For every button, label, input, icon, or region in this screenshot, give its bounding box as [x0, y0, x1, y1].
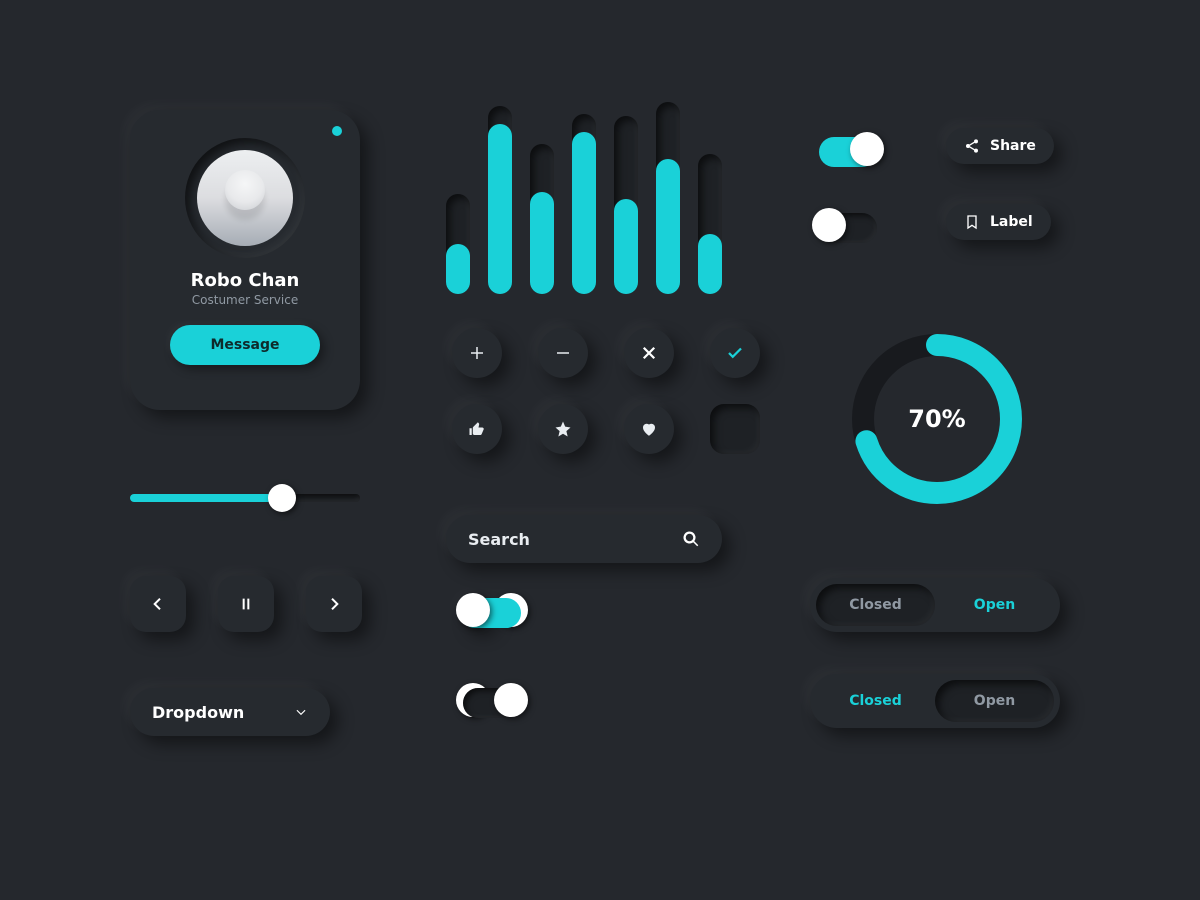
- heart-button[interactable]: [624, 404, 674, 454]
- equalizer-chart: [446, 94, 722, 294]
- check-icon: [726, 344, 744, 362]
- segment-closed[interactable]: Closed: [816, 680, 935, 722]
- share-button[interactable]: Share: [946, 128, 1054, 164]
- empty-square-button[interactable]: [710, 404, 760, 454]
- next-button[interactable]: [306, 576, 362, 632]
- segment-closed[interactable]: Closed: [816, 584, 935, 626]
- prev-button[interactable]: [130, 576, 186, 632]
- slider-thumb[interactable]: [268, 484, 296, 512]
- status-indicator: [332, 126, 342, 136]
- chevron-down-icon: [294, 705, 308, 719]
- eq-bar: [488, 106, 512, 294]
- segment-open[interactable]: Open: [935, 584, 1054, 626]
- avatar-ring: [185, 138, 305, 258]
- radial-progress: 70%: [848, 330, 1026, 508]
- close-icon: [640, 344, 658, 362]
- minus-icon: [554, 344, 572, 362]
- profile-role: Costumer Service: [148, 293, 342, 307]
- progress-value: 70%: [848, 330, 1026, 508]
- eq-bar: [698, 154, 722, 294]
- heart-icon: [640, 420, 658, 438]
- star-icon: [554, 420, 572, 438]
- avatar: [197, 150, 293, 246]
- check-button[interactable]: [710, 328, 760, 378]
- toggle-off[interactable]: [816, 210, 880, 246]
- pause-button[interactable]: [218, 576, 274, 632]
- media-controls: [130, 576, 362, 632]
- like-button[interactable]: [452, 404, 502, 454]
- message-button[interactable]: Message: [170, 325, 320, 365]
- plus-button[interactable]: [452, 328, 502, 378]
- dropdown[interactable]: Dropdown: [130, 688, 330, 736]
- eq-bar: [572, 114, 596, 294]
- chevron-right-icon: [326, 596, 342, 612]
- search-icon: [682, 530, 700, 548]
- slider[interactable]: [130, 494, 360, 502]
- label-button[interactable]: Label: [946, 204, 1051, 240]
- label-text: Label: [990, 214, 1033, 230]
- toggle-mid-b[interactable]: [460, 595, 524, 631]
- plus-icon: [468, 344, 486, 362]
- slider-fill: [130, 494, 273, 502]
- thumb-up-icon: [468, 420, 486, 438]
- search-input[interactable]: Search: [446, 515, 722, 563]
- icon-button-grid: [452, 328, 760, 454]
- pause-icon: [238, 596, 254, 612]
- share-label: Share: [990, 138, 1036, 154]
- toggle-bot-b[interactable]: [460, 685, 524, 721]
- chevron-left-icon: [150, 596, 166, 612]
- star-button[interactable]: [538, 404, 588, 454]
- dropdown-label: Dropdown: [152, 703, 244, 722]
- segmented-a[interactable]: Closed Open: [810, 578, 1060, 632]
- eq-bar: [446, 194, 470, 294]
- share-icon: [964, 138, 980, 154]
- eq-bar: [530, 144, 554, 294]
- segment-open[interactable]: Open: [935, 680, 1054, 722]
- close-button[interactable]: [624, 328, 674, 378]
- profile-card: Robo Chan Costumer Service Message: [130, 110, 360, 410]
- segmented-b[interactable]: Closed Open: [810, 674, 1060, 728]
- search-placeholder: Search: [468, 530, 530, 549]
- profile-name: Robo Chan: [148, 270, 342, 291]
- toggle-on[interactable]: [816, 134, 880, 170]
- eq-bar: [656, 102, 680, 294]
- eq-bar: [614, 116, 638, 294]
- minus-button[interactable]: [538, 328, 588, 378]
- bookmark-icon: [964, 214, 980, 230]
